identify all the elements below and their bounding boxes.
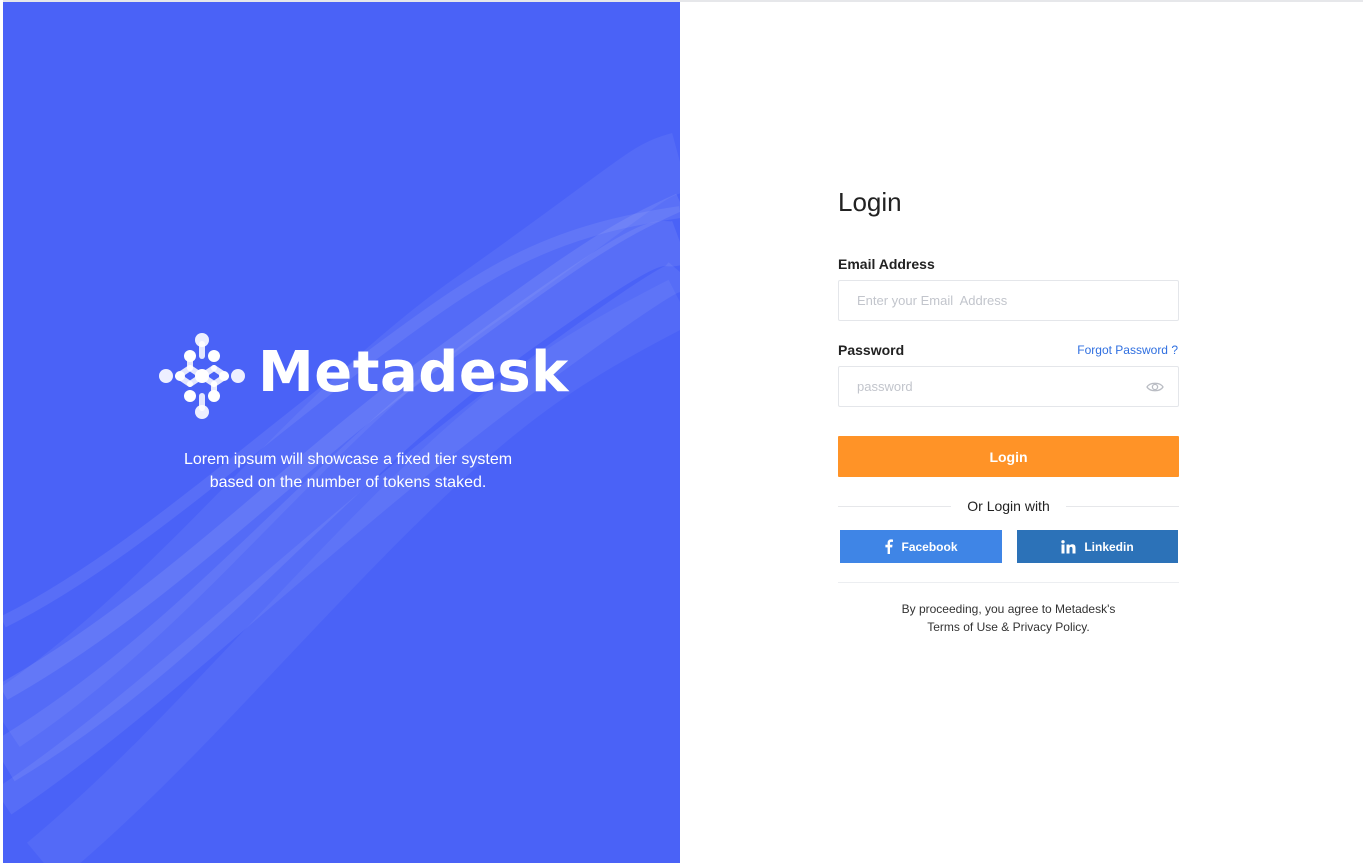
login-button[interactable]: Login <box>838 436 1179 477</box>
linkedin-login-button[interactable]: Linkedin <box>1017 530 1178 563</box>
login-form: Login Email Address Password Forgot Pass… <box>838 180 1180 634</box>
facebook-button-label: Facebook <box>901 539 958 554</box>
facebook-login-button[interactable]: Facebook <box>840 530 1002 563</box>
facebook-icon <box>885 539 894 554</box>
or-divider-line-right <box>1066 506 1179 507</box>
terms-notice: By proceeding, you agree to Metadesk's T… <box>838 600 1179 636</box>
password-label: Password <box>838 342 905 358</box>
password-field-container <box>838 366 1179 407</box>
brand-tagline: Lorem ipsum will showcase a fixed tier s… <box>153 448 543 494</box>
terms-line-1: By proceeding, you agree to Metadesk's <box>901 602 1116 616</box>
email-label: Email Address <box>838 256 935 272</box>
terms-divider <box>838 582 1179 583</box>
brand-name: Metadesk <box>258 340 569 405</box>
brand-panel: Metadesk Lorem ipsum will showcase a fix… <box>3 2 680 863</box>
forgot-password-link[interactable]: Forgot Password ? <box>1077 343 1178 357</box>
password-field[interactable] <box>839 367 1178 406</box>
metadesk-logo-icon <box>159 333 245 419</box>
tagline-line-1: Lorem ipsum will showcase a fixed tier s… <box>183 451 513 468</box>
eye-icon[interactable] <box>1146 379 1164 395</box>
email-field-container <box>838 280 1179 321</box>
metadesk-logo: Metadesk <box>158 332 568 422</box>
terms-line-2[interactable]: Terms of Use & Privacy Policy. <box>927 620 1089 634</box>
background-wave-pattern <box>3 133 680 863</box>
tagline-line-2: based on the number of tokens staked. <box>209 474 487 491</box>
or-divider: Or Login with <box>838 496 1179 516</box>
linkedin-icon <box>1061 539 1076 553</box>
page-title: Login <box>838 187 902 217</box>
email-field[interactable] <box>839 281 1178 320</box>
linkedin-button-label: Linkedin <box>1084 539 1134 554</box>
